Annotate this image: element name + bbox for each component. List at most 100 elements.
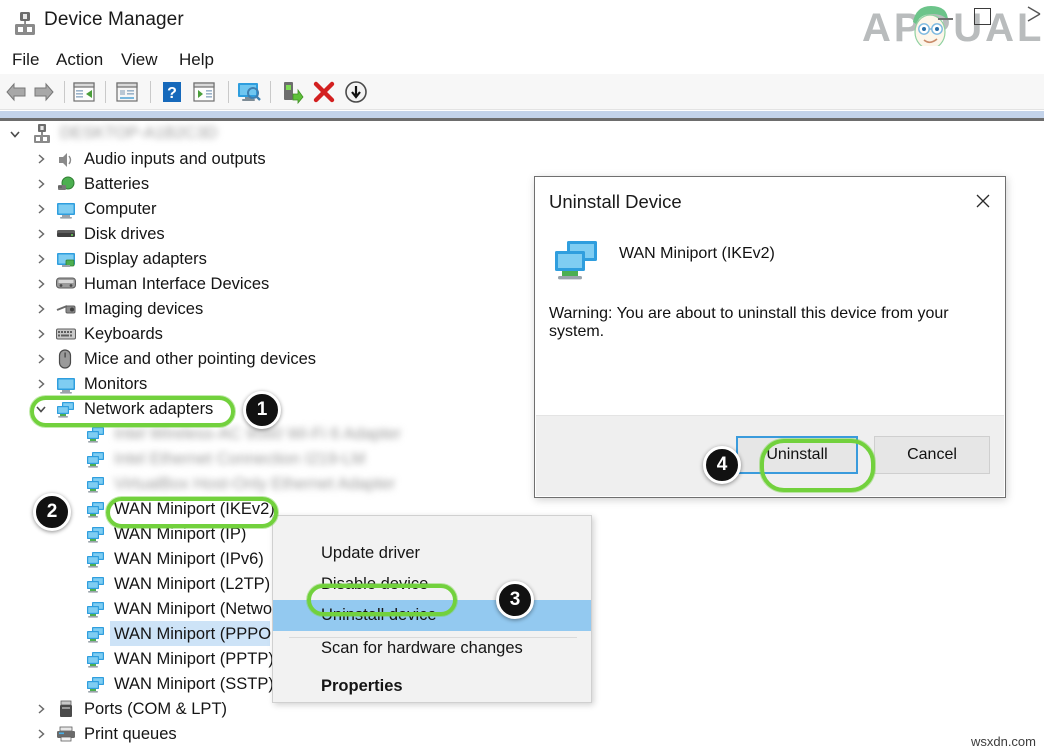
port-icon	[58, 700, 78, 718]
menu-view[interactable]: View	[115, 48, 164, 72]
network-adapter-icon	[86, 500, 106, 518]
network-adapter-icon	[86, 650, 106, 668]
sidebar-item-print-queues[interactable]: Print queues	[0, 722, 520, 747]
monitor-icon	[56, 375, 76, 394]
context-menu[interactable]: Update driver Disable device Uninstall d…	[272, 515, 592, 703]
close-button[interactable]	[1024, 4, 1044, 24]
tree-label: WAN Miniport (IKEv2)	[114, 500, 275, 518]
chevron-right-icon[interactable]	[34, 327, 48, 341]
network-adapter-icon	[86, 425, 106, 443]
show-hidden-icon[interactable]	[192, 80, 216, 104]
toolbar-separator	[270, 81, 271, 103]
battery-icon	[56, 175, 76, 193]
sidebar-item-disk-drives[interactable]: Disk drives	[0, 222, 520, 247]
chevron-right-icon[interactable]	[34, 352, 48, 366]
toolbar-accent-band	[0, 111, 1044, 118]
tree-label: Mice and other pointing devices	[84, 350, 317, 368]
step-badge-4: 4	[703, 446, 741, 484]
monitor-icon	[56, 200, 76, 219]
close-icon[interactable]	[971, 189, 995, 213]
svg-text:?: ?	[167, 85, 177, 102]
tree-row-adapter-blurred[interactable]: VirtualBox Host-Only Ethernet Adapter	[0, 472, 520, 497]
tree-row-root[interactable]: DESKTOP-A1B2C3D	[0, 121, 520, 146]
step-badge-1: 1	[243, 391, 281, 429]
page-title: Device Manager	[44, 9, 184, 30]
sidebar-item-imaging[interactable]: Imaging devices	[0, 297, 520, 322]
sidebar-item-audio[interactable]: Audio inputs and outputs	[0, 147, 520, 172]
toolbar: ?	[0, 74, 1044, 110]
dialog-warning-text: Warning: You are about to uninstall this…	[549, 305, 949, 340]
disk-icon	[56, 227, 76, 245]
chevron-right-icon[interactable]	[34, 377, 48, 391]
printer-icon	[56, 726, 76, 744]
uninstall-button[interactable]: Uninstall	[736, 436, 858, 474]
chevron-right-icon[interactable]	[34, 152, 48, 166]
menu-separator	[289, 637, 577, 638]
menu-file[interactable]: File	[6, 48, 45, 72]
network-adapter-icon	[86, 475, 106, 493]
tree-label: Intel Ethernet Connection I219-LM	[114, 450, 366, 468]
tree-label: Computer	[84, 200, 157, 218]
network-adapter-icon	[86, 600, 106, 618]
tree-label: WAN Miniport (IPv6)	[114, 550, 264, 568]
tree-label: Network adapters	[84, 400, 214, 418]
toolbar-separator	[150, 81, 151, 103]
step-badge-2: 2	[33, 493, 71, 531]
chevron-right-icon[interactable]	[34, 277, 48, 291]
menu-item-properties[interactable]: Properties	[273, 671, 591, 702]
toolbar-separator	[105, 81, 106, 103]
network-adapter-icon	[86, 575, 106, 593]
tree-label: WAN Miniport (L2TP)	[114, 575, 271, 593]
display-adapter-icon	[56, 250, 76, 268]
menu-item-disable-device[interactable]: Disable device	[273, 569, 591, 600]
network-adapter-icon	[86, 550, 106, 568]
chevron-right-icon[interactable]	[34, 702, 48, 716]
menu-bar: File Action View Help	[0, 46, 1044, 74]
menu-help[interactable]: Help	[173, 48, 220, 72]
menu-item-update-driver[interactable]: Update driver	[273, 538, 591, 569]
sidebar-item-display-adapters[interactable]: Display adapters	[0, 247, 520, 272]
back-arrow-icon[interactable]	[4, 80, 28, 104]
network-adapter-icon	[553, 239, 601, 283]
chevron-right-icon[interactable]	[34, 302, 48, 316]
toolbar-separator	[228, 81, 229, 103]
forward-arrow-icon[interactable]	[32, 80, 56, 104]
title-bar: Device Manager APPUALS	[0, 0, 1044, 52]
tree-label: WAN Miniport (PPPOE	[114, 625, 283, 643]
tree-row-adapter-blurred[interactable]: Intel Ethernet Connection I219-LM	[0, 447, 520, 472]
sidebar-item-mice[interactable]: Mice and other pointing devices	[0, 347, 520, 372]
tree-label: Ports (COM & LPT)	[84, 700, 228, 718]
up-one-level-icon[interactable]	[72, 80, 96, 104]
network-adapter-icon	[86, 675, 106, 693]
chevron-right-icon[interactable]	[34, 252, 48, 266]
restore-button[interactable]	[974, 8, 991, 25]
toolbar-separator	[64, 81, 65, 103]
uninstall-device-icon[interactable]	[312, 80, 336, 104]
sidebar-item-batteries[interactable]: Batteries	[0, 172, 520, 197]
speaker-icon	[56, 150, 76, 168]
menu-action[interactable]: Action	[50, 48, 109, 72]
menu-item-uninstall-device[interactable]: Uninstall device	[273, 600, 591, 631]
help-icon[interactable]: ?	[160, 80, 184, 104]
chevron-right-icon[interactable]	[34, 227, 48, 241]
tree-label: Batteries	[84, 175, 150, 193]
tree-label: WAN Miniport (IP)	[114, 525, 247, 543]
chevron-right-icon[interactable]	[34, 177, 48, 191]
disable-device-icon[interactable]	[344, 80, 368, 104]
chevron-down-icon[interactable]	[8, 127, 22, 141]
chevron-right-icon[interactable]	[34, 202, 48, 216]
chevron-down-icon[interactable]	[34, 402, 48, 416]
properties-icon[interactable]	[115, 80, 139, 104]
chevron-right-icon[interactable]	[34, 727, 48, 741]
device-manager-icon	[12, 11, 38, 37]
update-driver-icon[interactable]	[280, 80, 304, 105]
cancel-button[interactable]: Cancel	[874, 436, 990, 474]
scan-hardware-icon[interactable]	[236, 80, 262, 104]
dialog-footer: Uninstall Cancel	[536, 415, 1004, 496]
sidebar-item-keyboards[interactable]: Keyboards	[0, 322, 520, 347]
minimize-button[interactable]	[938, 18, 953, 20]
mascot-face-icon	[913, 6, 948, 50]
appuals-logo: APPUALS	[862, 2, 1044, 52]
sidebar-item-hid[interactable]: Human Interface Devices	[0, 272, 520, 297]
sidebar-item-computer[interactable]: Computer	[0, 197, 520, 222]
